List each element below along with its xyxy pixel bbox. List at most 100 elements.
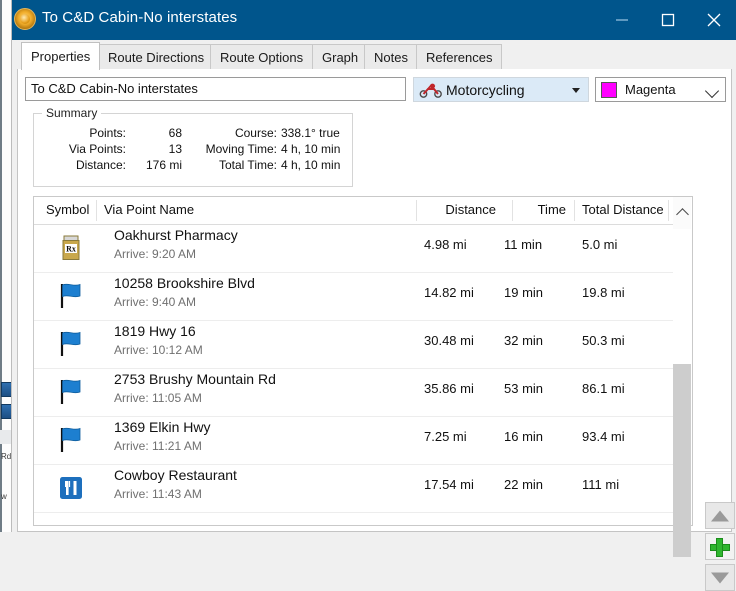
window-title: To C&D Cabin-No interstates	[42, 9, 238, 26]
background-window-strip: Rd w	[0, 0, 11, 532]
column-header-time[interactable]: Time	[504, 197, 566, 223]
summary-value: 4 h, 10 min	[281, 158, 341, 172]
list-scrollbar[interactable]	[673, 196, 693, 557]
motorcycle-icon	[419, 83, 442, 98]
add-button[interactable]	[705, 533, 735, 560]
column-divider	[416, 200, 417, 221]
table-row[interactable]: Rx Oakhurst Pharmacy Arrive: 9:20 AM 4.9…	[34, 224, 673, 273]
table-row[interactable]: 1369 Elkin Hwy Arrive: 11:21 AM 7.25 mi …	[34, 416, 673, 465]
arrival-time: Arrive: 10:12 AM	[114, 343, 203, 357]
arrival-time: Arrive: 9:40 AM	[114, 295, 197, 309]
background-icon	[1, 382, 11, 397]
total-distance-value: 5.0 mi	[582, 237, 618, 252]
route-emblem-icon	[14, 8, 36, 30]
blue-flag-icon	[60, 427, 81, 452]
summary-table: Points: 68 Course: 338.1° true Via Point…	[34, 125, 354, 173]
time-value: 32 min	[504, 333, 544, 348]
summary-label: Distance:	[75, 158, 126, 172]
arrival-time: Arrive: 11:43 AM	[114, 487, 202, 501]
summary-value: 4 h, 10 min	[281, 142, 341, 156]
background-text: w	[1, 492, 7, 501]
triangle-down-icon	[711, 572, 729, 583]
route-color-dropdown[interactable]: Magenta	[595, 77, 726, 102]
table-row[interactable]: 10258 Brookshire Blvd Arrive: 9:40 AM 14…	[34, 272, 673, 321]
column-header-distance[interactable]: Distance	[424, 197, 496, 223]
tab-bar: Properties Route Directions Route Option…	[12, 40, 736, 70]
tab-notes[interactable]: Notes	[364, 44, 418, 70]
column-header-via-point-name[interactable]: Via Point Name	[104, 197, 194, 223]
maximize-button[interactable]	[645, 0, 691, 40]
total-distance-value: 86.1 mi	[582, 381, 625, 396]
time-value: 53 min	[504, 381, 544, 396]
table-row[interactable]: 1819 Hwy 16 Arrive: 10:12 AM 30.48 mi 32…	[34, 320, 673, 369]
tab-graph[interactable]: Graph	[312, 44, 369, 70]
move-down-button[interactable]	[705, 564, 735, 591]
column-header-total-distance[interactable]: Total Distance	[582, 197, 664, 223]
arrival-time: Arrive: 9:20 AM	[114, 247, 197, 261]
total-distance-value: 111 mi	[582, 477, 620, 492]
time-value: 22 min	[504, 477, 544, 492]
arrival-time: Arrive: 11:05 AM	[114, 391, 202, 405]
summary-label: Points:	[89, 126, 126, 140]
via-point-name: 1369 Elkin Hwy	[114, 419, 211, 435]
summary-row: Distance: 176 mi Total Time: 4 h, 10 min	[34, 157, 354, 173]
column-divider	[574, 200, 575, 221]
vehicle-type-dropdown[interactable]: Motorcycling	[413, 77, 589, 102]
scrollbar-thumb[interactable]	[673, 364, 691, 557]
table-row[interactable]: 2753 Brushy Mountain Rd Arrive: 11:05 AM…	[34, 368, 673, 417]
time-value: 11 min	[504, 237, 543, 252]
route-properties-dialog: To C&D Cabin-No interstates Properties R…	[11, 0, 736, 591]
blue-flag-icon	[60, 283, 81, 308]
chevron-down-icon	[704, 83, 720, 99]
background-text: Rd	[1, 452, 11, 461]
scrollbar-track[interactable]	[673, 229, 691, 557]
distance-value: 17.54 mi	[424, 477, 474, 492]
via-point-name: 1819 Hwy 16	[114, 323, 196, 339]
background-icon	[1, 404, 11, 419]
summary-label: Course:	[234, 126, 277, 140]
table-row[interactable]: Cowboy Restaurant Arrive: 11:43 AM 17.54…	[34, 464, 673, 513]
tab-route-options[interactable]: Route Options	[210, 44, 314, 70]
color-swatch	[601, 82, 617, 98]
summary-value: 338.1° true	[281, 126, 340, 140]
scroll-up-button[interactable]	[673, 197, 691, 229]
arrival-time: Arrive: 11:21 AM	[114, 439, 202, 453]
distance-value: 35.86 mi	[424, 381, 474, 396]
distance-value: 7.25 mi	[424, 429, 467, 444]
via-point-list[interactable]: Symbol Via Point Name Distance Time Tota…	[33, 196, 673, 526]
time-value: 19 min	[504, 285, 544, 300]
close-button[interactable]	[691, 0, 736, 40]
distance-value: 4.98 mi	[424, 237, 467, 252]
time-value: 16 min	[504, 429, 544, 444]
move-up-button[interactable]	[705, 502, 735, 529]
summary-value: 176 mi	[145, 158, 182, 172]
svg-text:Rx: Rx	[66, 245, 76, 254]
minimize-button[interactable]	[599, 0, 645, 40]
route-name-input[interactable]: To C&D Cabin-No interstates	[25, 77, 406, 101]
tab-properties[interactable]: Properties	[21, 42, 101, 70]
distance-value: 14.82 mi	[424, 285, 474, 300]
list-header: Symbol Via Point Name Distance Time Tota…	[34, 197, 673, 225]
column-divider	[668, 200, 669, 221]
summary-label: Moving Time:	[205, 142, 277, 156]
total-distance-value: 50.3 mi	[582, 333, 625, 348]
maximize-icon	[661, 13, 675, 27]
app-window: Rd w To C&D Cabin-No interstates Propert…	[0, 0, 736, 591]
column-header-symbol[interactable]: Symbol	[46, 197, 89, 223]
tab-references[interactable]: References	[416, 44, 503, 70]
via-point-name: Cowboy Restaurant	[114, 467, 237, 483]
properties-pane: To C&D Cabin-No interstates Motorcycling…	[17, 69, 735, 591]
plus-icon	[716, 538, 723, 557]
close-icon	[707, 13, 721, 27]
blue-flag-icon	[60, 379, 81, 404]
tab-route-directions[interactable]: Route Directions	[98, 44, 215, 70]
restaurant-icon	[60, 477, 82, 499]
vehicle-type-label: Motorcycling	[446, 82, 525, 98]
via-point-name: 2753 Brushy Mountain Rd	[114, 371, 276, 387]
via-point-name: Oakhurst Pharmacy	[114, 227, 238, 243]
pharmacy-bottle-icon: Rx	[62, 235, 80, 260]
total-distance-value: 93.4 mi	[582, 429, 625, 444]
summary-row: Via Points: 13 Moving Time: 4 h, 10 min	[34, 141, 354, 157]
minimize-icon	[616, 19, 628, 21]
total-distance-value: 19.8 mi	[582, 285, 625, 300]
